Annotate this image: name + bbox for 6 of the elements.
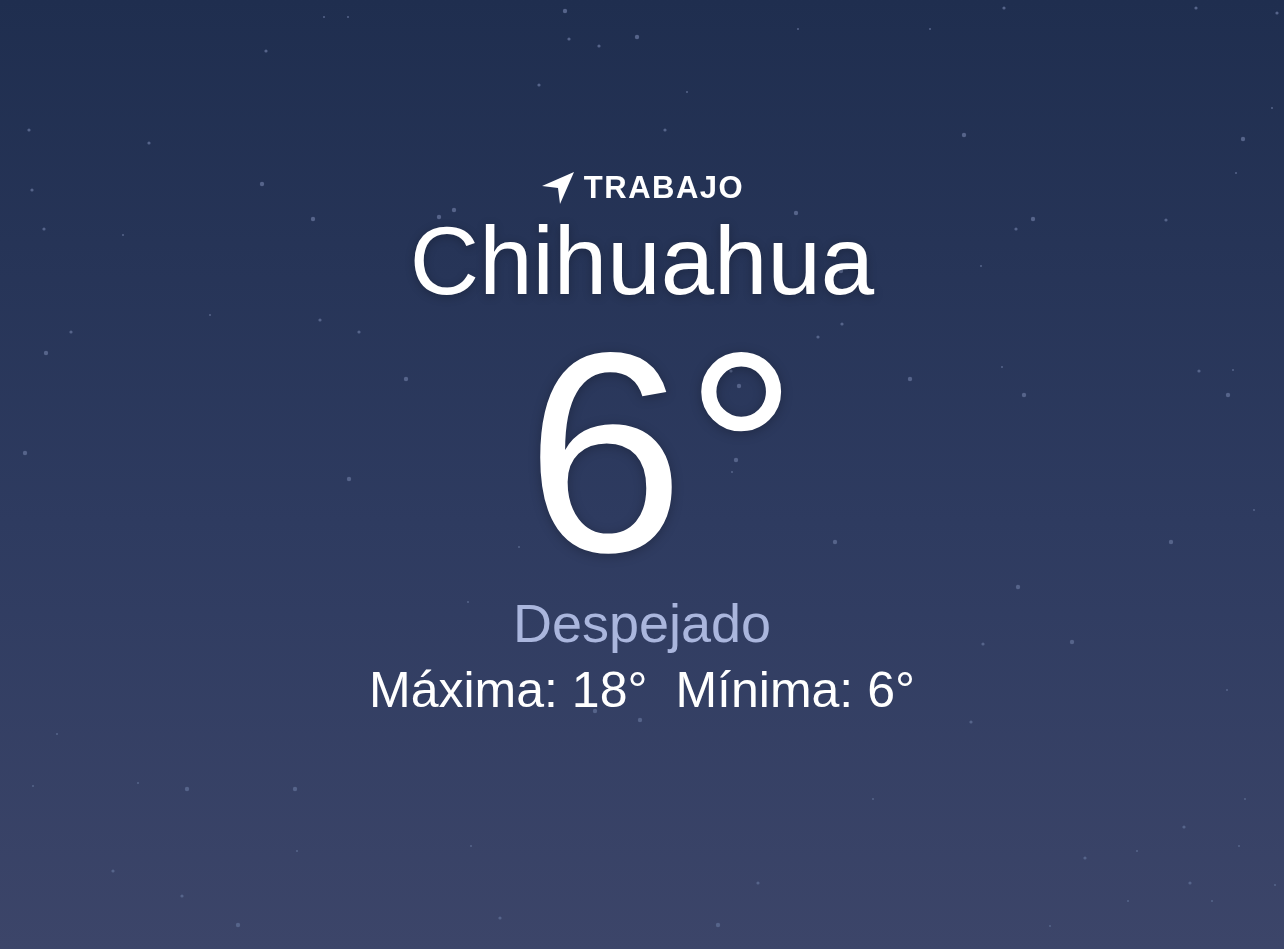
weather-condition: Despejado (512, 592, 772, 655)
location-label: TRABAJO (583, 170, 745, 206)
city-name: Chihuahua (409, 206, 875, 316)
current-temperature: 6° (525, 322, 799, 582)
temperature-range: Máxima: 18° (369, 661, 648, 720)
temperature-range: Mínima: 6° (675, 661, 915, 720)
